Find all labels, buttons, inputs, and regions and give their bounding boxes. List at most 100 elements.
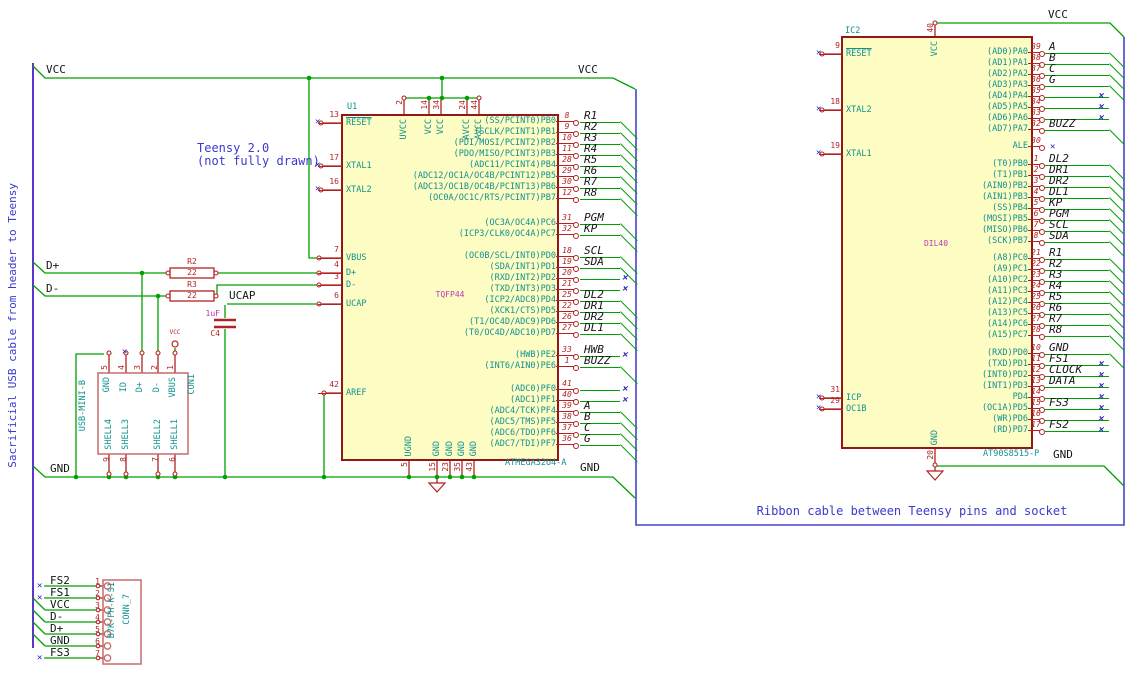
ic2-pin-vcc-num: 40 (926, 23, 935, 33)
u1-pin-row: (ICP3/CLK0/OC4A)PC7 32 KP ✕ (406, 223, 652, 252)
no-connect-icon: ✕ (1098, 414, 1104, 424)
u1-pin-row: (ADC11/PCINT4)PB4 28 R5 ✕ (406, 154, 652, 183)
no-connect-icon: ✕ (37, 653, 43, 663)
conn7-pin-row: ✕ VCC 3 (50, 598, 100, 611)
net-label-ucap: UCAP (229, 289, 256, 302)
u1-pin-row: (ADC6/TDO)PF6 37 C ✕ (406, 422, 652, 451)
ic2-port-c: (A8)PC0 21 R1 ✕ (A9)PC1 22 R2 ✕ (A10)PC2… (968, 247, 1131, 350)
u1-pin-row: (SCLK/PCINT1)PB1 9 R2 ✕ (406, 121, 652, 150)
ic2-pin-row: (AD5)PA5 34 ✕ (968, 98, 1131, 113)
ic2-pin-row: (OC1A)PD5 15 FS3 ✕ (968, 397, 1131, 414)
u1-pin-xtal2-name: XTAL2 (346, 185, 372, 195)
usb-pin-name-cell: ID (118, 381, 129, 392)
u1-pin-aref-name: AREF (346, 388, 367, 398)
usb-pin-num-cell: 5 (100, 365, 109, 370)
usb-shell2-name: SHELL2 (153, 419, 163, 450)
u1-pin-row: (OC3A/OC4A)PC6 31 PGM ✕ (406, 212, 652, 241)
ic2-pin-reset: ✕9 (816, 42, 843, 58)
u1-pin-row: (ADC4/TCK)PF4 39 A ✕ (406, 400, 652, 429)
usb-ref: CON1 (187, 374, 197, 395)
no-connect-icon: ✕ (622, 384, 628, 394)
u1-pin-num: 15 (428, 462, 437, 472)
no-connect-icon: ✕ (1098, 381, 1104, 391)
u1-pin-row: (ADC5/TMS)PF5 38 B ✕ (406, 411, 652, 440)
u1-pin-reset: ✕13 (315, 111, 342, 127)
u1-pin-num: 23 (441, 462, 450, 472)
conn7-value: B7K-PH-K-S1 (107, 582, 117, 639)
r2-value: 22 (187, 268, 197, 277)
net-label-dplus: D+ (46, 259, 60, 272)
conn7-pin-row: ✕ D- 4 (50, 610, 100, 623)
ic2-pin-row: (RD)PD7 17 FS2 ✕ (968, 419, 1131, 436)
c4-value: 1uF (205, 309, 220, 318)
u1-port-c: (OC3A/OC4A)PC6 31 PGM ✕ (ICP3/CLK0/OC4A)… (406, 212, 652, 252)
c4-ref: C4 (210, 329, 220, 338)
vcc-flag-icon (171, 340, 179, 348)
no-connect-icon: ✕ (622, 273, 628, 283)
usb-value: USB-MINI-B (78, 380, 88, 432)
usb-pin-num-cell: 2 (149, 365, 159, 370)
net-label-vcc-right: VCC (1048, 8, 1068, 21)
no-connect-icon: ✕ (622, 350, 628, 360)
usb-shell3-name: SHELL3 (121, 419, 131, 450)
u1-pin-row: (OC0B/SCL/INT0)PD0 18 SCL ✕ (406, 245, 652, 274)
ic2-pin-row: (AD4)PA4 35 ✕ (968, 87, 1131, 102)
ic2-port-a: (AD0)PA0 39 A ✕ (AD1)PA1 38 B ✕ (AD2)PA2… (968, 41, 1131, 144)
ic2-ref: IC2 (845, 26, 861, 36)
usb-shell2-num: 7 (151, 457, 160, 462)
u1-pin-row: (T0/OC4D/ADC10)PD7 27 DL1 ✕ (406, 322, 652, 351)
u1-pin-xtal1: ✕17 (315, 154, 342, 170)
u1-value: ATMEGA32U4-A (505, 458, 567, 468)
usb-top-pin-numbers: 5 4 3 2 1 (100, 355, 183, 374)
ic2-pin-vcc-name: VCC (930, 41, 940, 57)
usb-pin-name-cell: GND (102, 377, 112, 393)
u1-pin-dplus-name: D+ (346, 268, 357, 278)
no-connect-icon: ✕ (1098, 403, 1104, 413)
no-connect-icon: ✕ (1098, 359, 1104, 369)
u1-pin-num: 43 (465, 462, 474, 472)
no-connect-icon: ✕ (1098, 113, 1104, 123)
net-label-gnd-left: GND (50, 462, 70, 475)
no-connect-icon: ✕ (37, 581, 43, 591)
u1-pin-dminus: 3 (316, 273, 342, 286)
usb-shell1-num: 6 (168, 457, 177, 462)
ic2-pin-gnd-num: 20 (926, 450, 935, 460)
u1-pin-vbus: 7 (316, 246, 342, 259)
r3-value: 22 (187, 291, 197, 300)
no-connect-icon: ✕ (1098, 425, 1104, 435)
usb-pin-num-cell: 1 (166, 365, 175, 370)
ic2-port-d: (RXD)PD0 10 GND ✕ (TXD)PD1 11 FS1 ✕ (INT… (968, 342, 1131, 436)
u1-pin-row: (T1/OC4D/ADC9)PD6 26 DR2 ✕ (406, 311, 652, 340)
usb-cable-note: Sacrificial USB cable from header to Tee… (6, 183, 19, 468)
usb-pin-name-cell: VBUS (168, 377, 178, 398)
u1-pin-row: (ADC12/OC1A/OC4B/PCINT12)PB5 29 R6 ✕ (406, 165, 652, 194)
ic2-value: AT90S8515-P (983, 449, 1040, 459)
ic2-pin-row: (AD7)PA7 32 BUZZ ✕ (968, 118, 1131, 144)
no-connect-icon: ✕ (1098, 102, 1104, 112)
teensy-note: Teensy 2.0 (not fully drawn) (197, 142, 320, 168)
ic2-pin-oc1b: ✕29 (816, 397, 843, 413)
usb-vcc-flag-label: VCC (169, 329, 181, 336)
u1-pin-row: (PDI/MOSI/PCINT2)PB2 10 R3 ✕ (406, 132, 652, 161)
conn7-pins: ✕ FS2 1 ✕ FS1 2 ✕ VCC 3 ✕ D- 4 ✕ D+ 5 ✕ … (36, 575, 100, 664)
usb-pin-name-cell: D+ (135, 381, 145, 392)
u1-pin-num: 35 (453, 462, 462, 472)
u1-pin-row: (HWB)PE2 33 HWB ✕ (515, 343, 628, 360)
u1-pin-reset-name: RESET (346, 118, 372, 128)
ic2-pin-xtal1-name: XTAL1 (846, 149, 872, 159)
u1-pin-num: 24 (458, 100, 467, 110)
u1-pin-num: 2 (395, 100, 404, 105)
usb-shell4-num: 9 (102, 457, 111, 462)
net-label-vcc-mid: VCC (578, 63, 598, 76)
u1-pin-xtal2: ✕16 (315, 178, 342, 194)
ic2-pin-reset-name: RESET (846, 49, 872, 59)
u1-pin-row: (INT6/AIN0)PE6 1 BUZZ ✕ (406, 355, 652, 384)
r3-ref: R3 (187, 280, 197, 289)
u1-port-f: (ADC0)PF0 41 ✕ (ADC1)PF1 40 ✕ (ADC4/TCK)… (406, 380, 652, 462)
u1-pin-num: 14 (420, 100, 429, 110)
ic2-pin-xtal2-name: XTAL2 (846, 105, 872, 115)
schematic-sheet: Teensy 2.0 (not fully drawn) Ribbon cabl… (0, 0, 1131, 690)
ic2-pin-xtal1: ✕19 (816, 142, 843, 158)
u1-pin-row: (SS/PCINT0)PB0 8 R1 ✕ (406, 110, 652, 139)
no-connect-icon: ✕ (622, 395, 628, 405)
